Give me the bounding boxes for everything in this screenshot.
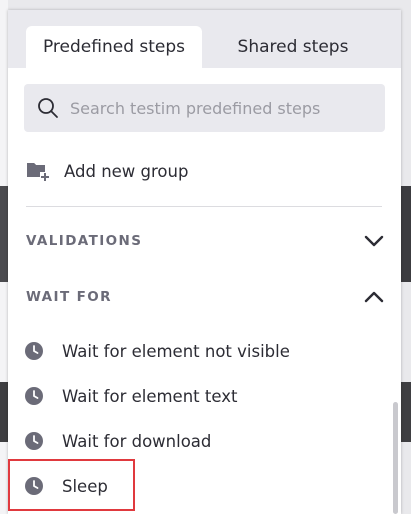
step-label: Wait for element not visible <box>62 341 290 361</box>
divider <box>26 206 382 207</box>
step-wait-for-element-not-visible[interactable]: Wait for element not visible <box>24 336 290 366</box>
step-label: Wait for element text <box>62 386 238 406</box>
step-label: Sleep <box>62 476 108 496</box>
section-label: WAIT FOR <box>26 289 112 305</box>
search-box[interactable] <box>24 84 385 132</box>
clock-icon <box>25 387 43 405</box>
search-input[interactable] <box>68 97 372 119</box>
clock-icon <box>25 342 43 360</box>
tab-bar: Predefined steps Shared steps <box>8 10 401 68</box>
step-wait-for-download[interactable]: Wait for download <box>24 426 211 456</box>
background-image-fragment <box>0 382 8 442</box>
tab-shared-steps[interactable]: Shared steps <box>213 26 373 68</box>
section-wait-for[interactable]: WAIT FOR <box>26 285 384 309</box>
chevron-up-icon[interactable] <box>364 290 384 304</box>
scrollbar[interactable] <box>393 402 398 514</box>
steps-panel: Predefined steps Shared steps Add new gr… <box>8 10 401 514</box>
chevron-down-icon[interactable] <box>364 234 384 248</box>
clock-icon <box>25 477 43 495</box>
step-label: Wait for download <box>62 431 212 451</box>
background-image-fragment <box>0 186 8 282</box>
search-icon <box>38 98 58 118</box>
step-wait-for-element-text[interactable]: Wait for element text <box>24 381 237 411</box>
clock-icon <box>25 432 43 450</box>
add-new-group-label: Add new group <box>64 161 189 181</box>
folder-plus-icon <box>27 163 49 181</box>
section-validations[interactable]: VALIDATIONS <box>26 229 384 253</box>
section-label: VALIDATIONS <box>26 233 143 249</box>
step-sleep[interactable]: Sleep <box>24 471 108 501</box>
add-new-group-button[interactable]: Add new group <box>26 157 188 185</box>
tab-predefined-steps[interactable]: Predefined steps <box>26 26 202 68</box>
